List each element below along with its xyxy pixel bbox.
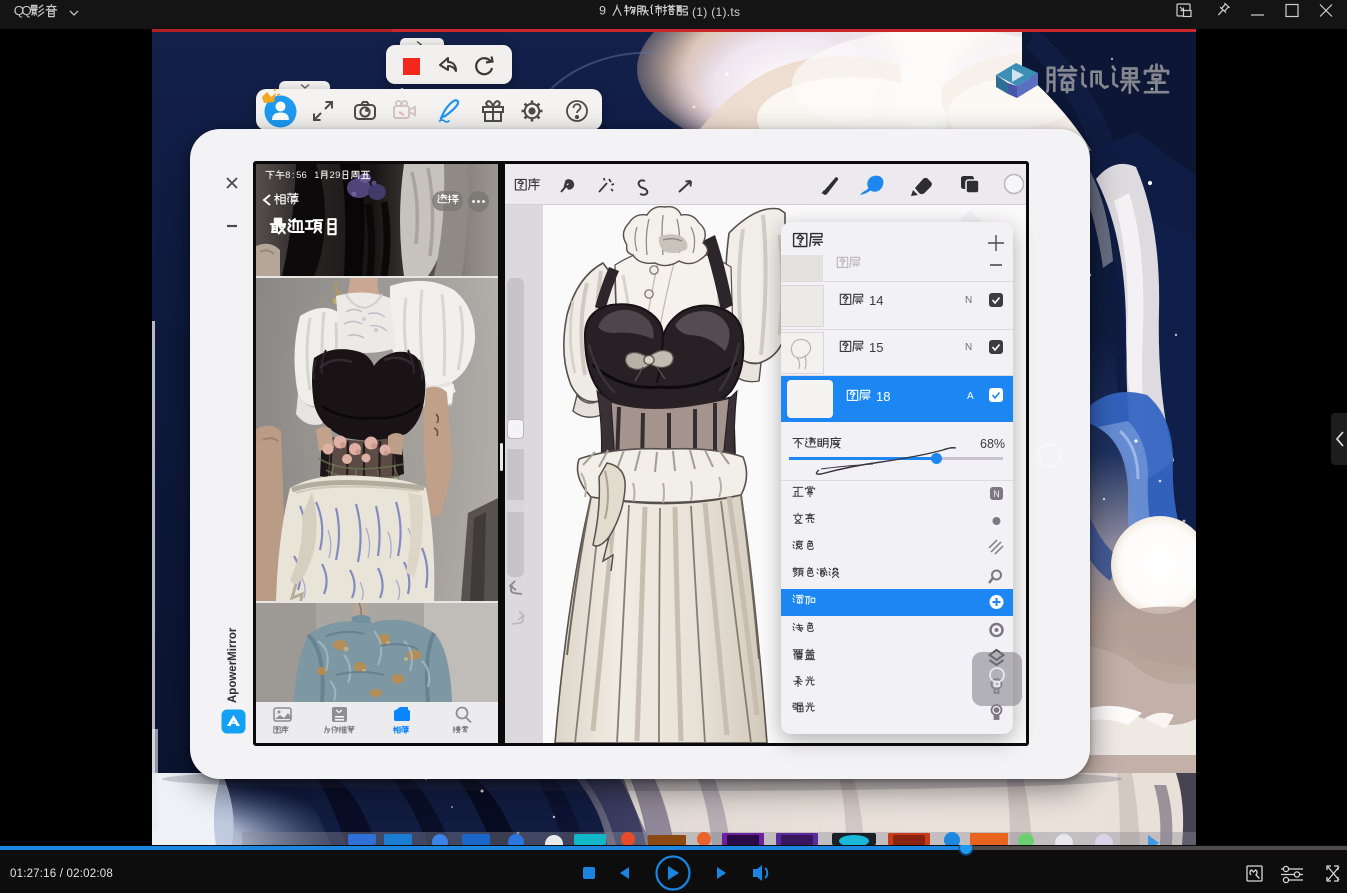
svg-text:1: 1 xyxy=(314,170,319,181)
svg-text:6: 6 xyxy=(302,170,307,181)
svg-text::: : xyxy=(292,170,295,181)
svg-text:8: 8 xyxy=(285,170,290,181)
svg-text:2: 2 xyxy=(330,170,335,181)
svg-text:9: 9 xyxy=(599,3,606,17)
svg-text:N: N xyxy=(993,489,1000,499)
svg-text:9: 9 xyxy=(335,170,340,181)
svg-text:Q: Q xyxy=(21,3,31,18)
